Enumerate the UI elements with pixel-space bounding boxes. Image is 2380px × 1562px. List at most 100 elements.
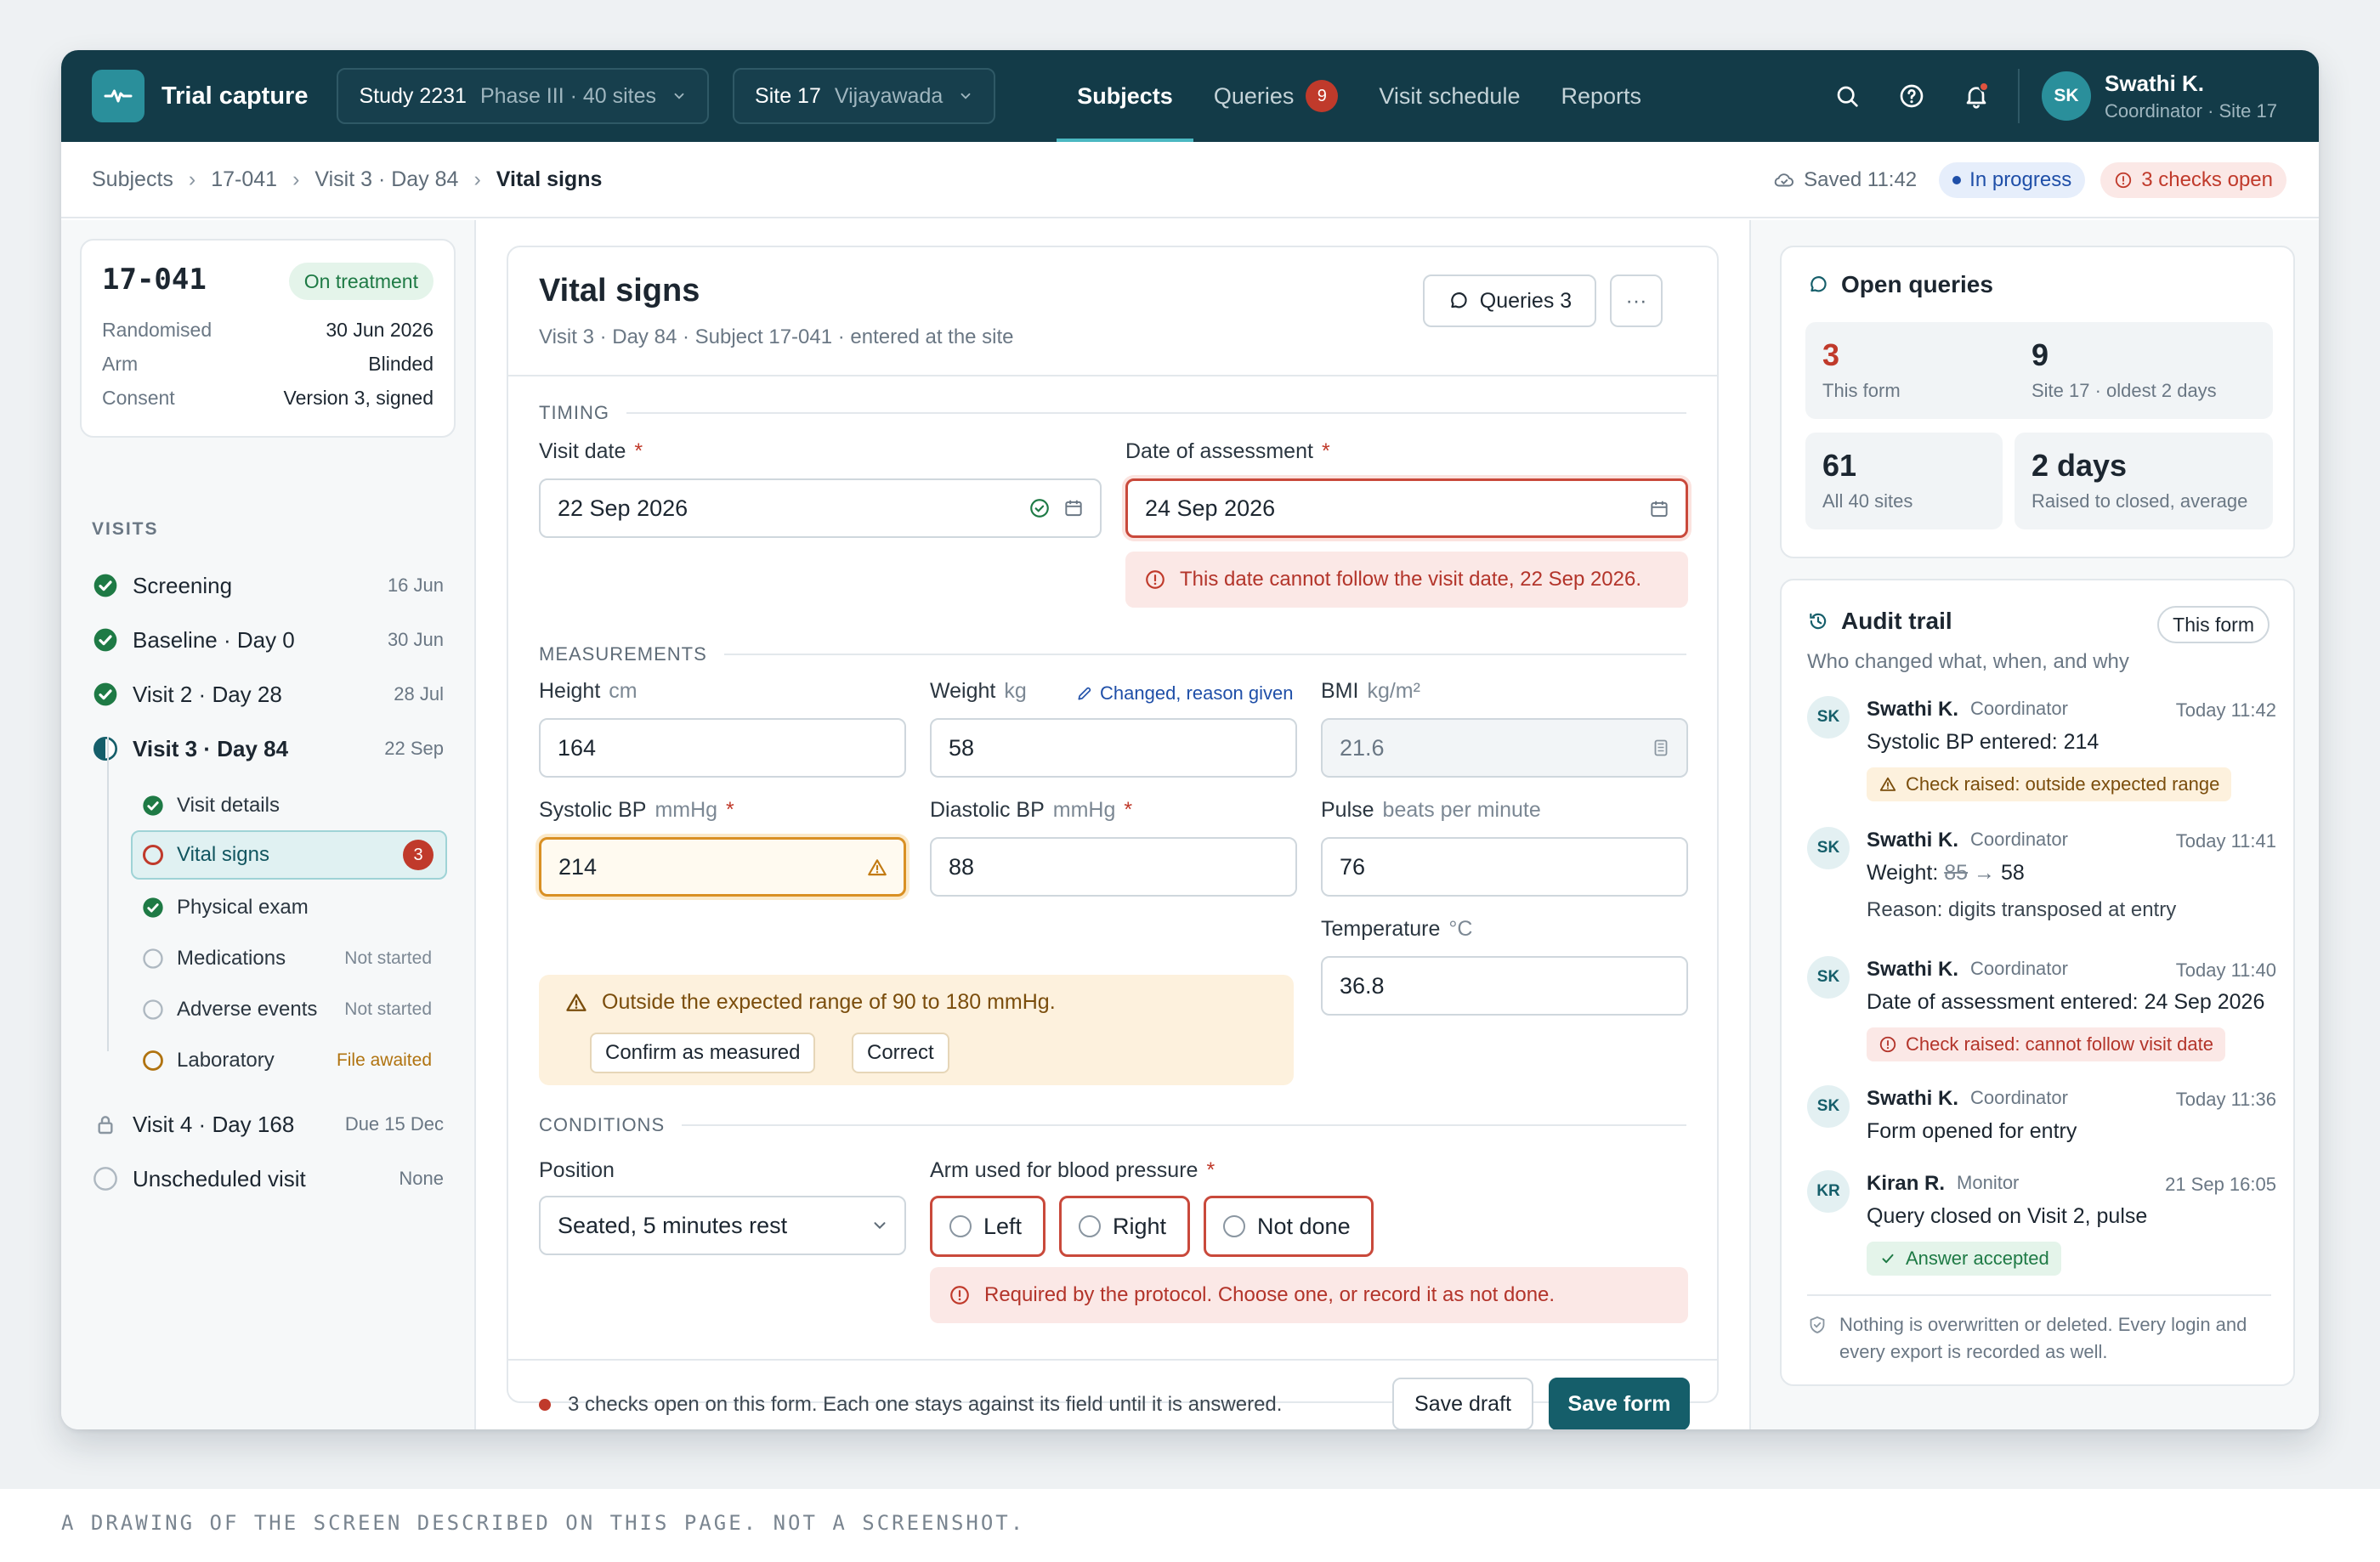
status-badge: In progress (1939, 162, 2086, 198)
right-panel: Open queries 3 This form 9 Site 17 · oldes… (1749, 220, 2319, 1429)
old-value: 85 (1944, 861, 1969, 885)
more-button[interactable]: ··· (1610, 274, 1663, 327)
arm-radio-right[interactable]: Right (1059, 1196, 1190, 1257)
required-mark: * (1321, 439, 1330, 463)
answer-accepted-tag: Answer accepted (1867, 1242, 2061, 1276)
form-item-laboratory[interactable]: Laboratory File awaited (141, 1036, 444, 1085)
study-picker[interactable]: Study 2231 Phase III · 40 sites (337, 68, 710, 124)
position-select[interactable]: Seated, 5 minutes rest (539, 1196, 906, 1255)
radio-circle (1079, 1215, 1101, 1237)
audit-footer: Nothing is overwritten or deleted. Every… (1807, 1311, 2271, 1366)
check-raised-tag: Check raised: outside expected range (1867, 767, 2232, 801)
changed-text: Changed, reason given (1100, 682, 1294, 704)
assessment-date-field[interactable]: 24 Sep 2026 (1125, 478, 1688, 538)
stat-value: 9 (2032, 337, 2049, 372)
audit-role: Coordinator (1970, 1087, 2068, 1108)
visit-item-baseline[interactable]: Baseline · Day 0 30 Jun (92, 621, 444, 659)
subject-card: 17-041 On treatment Randomised 30 Jun 202… (80, 239, 456, 438)
audit-time: Today 11:36 (2175, 1089, 2276, 1110)
calendar-icon[interactable] (1062, 497, 1085, 519)
chevron-down-icon (870, 1216, 889, 1235)
breadcrumb-subjects[interactable]: Subjects (92, 167, 173, 192)
saved-status: Saved 11:42 (1773, 168, 1917, 192)
diastolic-field[interactable]: 88 (930, 837, 1297, 897)
check-circle-icon (92, 626, 119, 654)
tab-queries[interactable]: Queries 9 (1193, 50, 1359, 142)
checks-badge[interactable]: 3 checks open (2100, 162, 2286, 198)
search-icon[interactable] (1828, 76, 1867, 116)
tab-visit-schedule[interactable]: Visit schedule (1358, 50, 1540, 142)
stat-label: Site 17 · oldest 2 days (2032, 380, 2217, 401)
stat-value: 2 days (2032, 448, 2128, 483)
range-warning-text: Outside the expected range of 90 to 180 … (564, 990, 1056, 1015)
visit-date-field[interactable]: 22 Sep 2026 (539, 478, 1102, 538)
visit-date-label: Visit date * (539, 439, 643, 464)
queries-button[interactable]: Queries 3 (1423, 274, 1596, 327)
field-value: 24 Sep 2026 (1145, 495, 1276, 521)
alert-circle-icon (1878, 1035, 1897, 1054)
stat-label: Raised to closed, average (2032, 490, 2248, 512)
audit-filter-pill[interactable]: This form (2157, 606, 2270, 643)
breadcrumb-subject[interactable]: 17-041 (211, 167, 277, 192)
visit-item-visit-3[interactable]: Visit 3 · Day 84 22 Sep (92, 730, 444, 767)
visits-heading: VISITS (92, 519, 159, 539)
status-dot (539, 1399, 551, 1411)
visit-item-screening[interactable]: Screening 16 Jun (92, 567, 444, 604)
arm-radio-not-done[interactable]: Not done (1204, 1196, 1374, 1257)
stat-site[interactable]: 9 Site 17 · oldest 2 days (2014, 322, 2273, 419)
field-value: 30 Jun 2026 (326, 319, 434, 341)
site-picker[interactable]: Site 17 Vijayawada (733, 68, 996, 124)
audit-entry: SK Swathi K. Coordinator Today 11:40 Date… (1807, 956, 2276, 1075)
tree-line (107, 737, 109, 1051)
breadcrumb-visit[interactable]: Visit 3 · Day 84 (314, 167, 458, 192)
height-field[interactable]: 164 (539, 718, 906, 778)
tab-label: Queries (1213, 82, 1295, 109)
audit-action: Form opened for entry (1867, 1119, 2077, 1143)
top-bar: Trial capture Study 2231 Phase III · 40 … (61, 50, 2319, 142)
weight-field[interactable]: 58 (930, 718, 1297, 778)
stat-this-form[interactable]: 3 This form (1805, 322, 2035, 419)
field-value: 88 (949, 853, 975, 880)
field-value: 22 Sep 2026 (558, 495, 688, 521)
required-mark: * (1124, 798, 1133, 822)
correct-button[interactable]: Correct (852, 1033, 949, 1073)
audit-time: 21 Sep 16:05 (2165, 1174, 2276, 1195)
stat-all-sites[interactable]: 61 All 40 sites (1805, 433, 2003, 529)
help-icon[interactable] (1892, 76, 1931, 116)
chat-bubble-icon (1807, 274, 1829, 296)
form-item-physical-exam[interactable]: Physical exam (141, 883, 444, 932)
save-form-button[interactable]: Save form (1549, 1378, 1690, 1429)
tab-subjects[interactable]: Subjects (1057, 50, 1193, 142)
section-conditions: CONDITIONS (539, 1114, 1686, 1136)
field-value: 21.6 (1340, 734, 1385, 761)
audit-user: Swathi K. (1867, 958, 1959, 981)
form-item-medications[interactable]: Medications Not started (141, 934, 444, 983)
weight-changed-note[interactable]: Changed, reason given (1076, 682, 1294, 705)
pulse-field[interactable]: 76 (1321, 837, 1688, 897)
visit-item-unscheduled[interactable]: Unscheduled visit None (92, 1160, 444, 1197)
visit-item-visit-2[interactable]: Visit 2 · Day 28 28 Jul (92, 676, 444, 713)
avatar: SK (2042, 71, 2091, 121)
pending-circle-icon (141, 1049, 165, 1072)
alert-circle-icon (949, 1284, 971, 1306)
temperature-field[interactable]: 36.8 (1321, 956, 1688, 1016)
confirm-as-measured-button[interactable]: Confirm as measured (590, 1033, 816, 1073)
calendar-icon[interactable] (1648, 498, 1670, 520)
user-menu[interactable]: SK Swathi K. Coordinator · Site 17 (2042, 50, 2277, 142)
form-item-adverse-events[interactable]: Adverse events Not started (141, 985, 444, 1034)
save-draft-button[interactable]: Save draft (1392, 1378, 1533, 1429)
field-value: Blinded (368, 353, 434, 375)
form-item-vital-signs[interactable]: Vital signs 3 (131, 830, 447, 880)
form-item-visit-details[interactable]: Visit details (141, 781, 444, 830)
assessment-date-error: This date cannot follow the visit date, … (1125, 552, 1688, 608)
user-role: Coordinator · Site 17 (2105, 99, 2277, 122)
arm-radio-left[interactable]: Left (930, 1196, 1046, 1257)
brand[interactable]: Trial capture (92, 70, 308, 122)
avatar: KR (1807, 1170, 1850, 1213)
bell-icon[interactable] (1957, 76, 1996, 116)
systolic-field[interactable]: 214 (539, 837, 906, 897)
main-nav: Subjects Queries 9 Visit schedule Reports (1057, 50, 1662, 142)
section-title: MEASUREMENTS (539, 643, 707, 665)
tab-reports[interactable]: Reports (1540, 50, 1662, 142)
visit-item-visit-4[interactable]: Visit 4 · Day 168 Due 15 Dec (92, 1106, 444, 1143)
